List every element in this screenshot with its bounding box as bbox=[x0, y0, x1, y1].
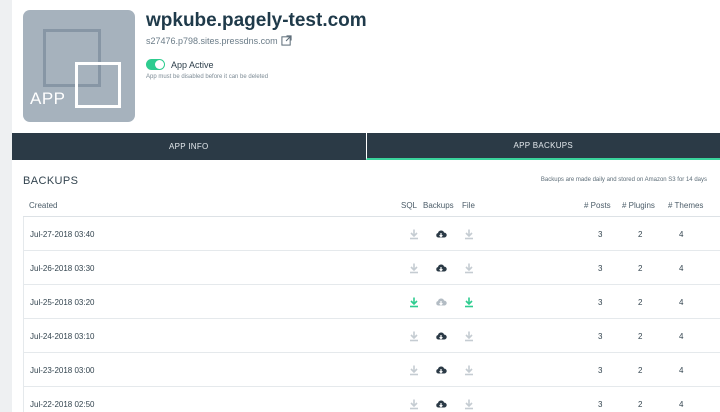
cloud-download-icon[interactable] bbox=[435, 296, 447, 308]
backups-table: Created SQL Backups File # Posts # Plugi… bbox=[23, 196, 720, 412]
column-posts: # Posts bbox=[584, 201, 611, 210]
cloud-download-icon[interactable] bbox=[435, 262, 447, 274]
backup-plugins-count: 2 bbox=[638, 400, 643, 409]
app-active-label: App Active bbox=[171, 59, 214, 70]
app-thumbnail-label: APP bbox=[30, 89, 66, 108]
cloud-download-icon[interactable] bbox=[435, 330, 447, 342]
sql-download-icon[interactable] bbox=[408, 296, 420, 308]
backup-created-date: Jul-24-2018 03:10 bbox=[30, 332, 95, 341]
file-download-icon[interactable] bbox=[463, 364, 475, 376]
column-plugins: # Plugins bbox=[622, 201, 655, 210]
backup-created-date: Jul-26-2018 03:30 bbox=[30, 264, 95, 273]
app-detail-panel: APP wpkube.pagely-test.com s27476.p798.s… bbox=[12, 0, 720, 412]
backups-title: BACKUPS bbox=[23, 175, 79, 187]
column-file: File bbox=[462, 201, 475, 210]
cloud-download-icon[interactable] bbox=[435, 228, 447, 240]
cloud-download-icon[interactable] bbox=[435, 364, 447, 376]
sql-download-icon[interactable] bbox=[408, 364, 420, 376]
backups-table-body: Jul-27-2018 03:40 3 2 4 Jul-26-2018 03:30 3 2 4… bbox=[23, 217, 720, 412]
backups-retention-note: Backups are made daily and stored on Ama… bbox=[540, 177, 707, 183]
backup-created-date: Jul-23-2018 03:00 bbox=[30, 366, 95, 375]
app-host-text[interactable]: s27476.p798.sites.pressdns.com bbox=[146, 36, 278, 46]
cloud-download-icon[interactable] bbox=[435, 398, 447, 410]
file-download-icon[interactable] bbox=[463, 228, 475, 240]
backup-created-date: Jul-25-2018 03:20 bbox=[30, 298, 95, 307]
file-download-icon[interactable] bbox=[463, 296, 475, 308]
file-download-icon[interactable] bbox=[463, 398, 475, 410]
backup-row: Jul-24-2018 03:10 3 2 4 bbox=[23, 319, 720, 353]
app-logo-square-inner bbox=[75, 62, 121, 108]
app-host-link[interactable]: s27476.p798.sites.pressdns.com bbox=[146, 35, 292, 46]
backup-plugins-count: 2 bbox=[638, 332, 643, 341]
sql-download-icon[interactable] bbox=[408, 330, 420, 342]
backup-row: Jul-23-2018 03:00 3 2 4 bbox=[23, 353, 720, 387]
app-header: APP wpkube.pagely-test.com s27476.p798.s… bbox=[12, 0, 720, 132]
toggle-knob bbox=[155, 60, 164, 69]
column-backups: Backups bbox=[423, 201, 454, 210]
backup-row: Jul-25-2018 03:20 3 2 4 bbox=[23, 285, 720, 319]
app-name: wpkube.pagely-test.com bbox=[146, 10, 367, 31]
backup-row: Jul-27-2018 03:40 3 2 4 bbox=[23, 217, 720, 251]
column-sql: SQL bbox=[401, 201, 418, 210]
backup-themes-count: 4 bbox=[679, 298, 684, 307]
backup-posts-count: 3 bbox=[598, 264, 603, 273]
tab-app-info[interactable]: APP INFO bbox=[12, 133, 366, 160]
app-delete-note: App must be disabled before it can be de… bbox=[146, 74, 269, 80]
backup-row: Jul-22-2018 02:50 3 2 4 bbox=[23, 387, 720, 412]
backup-posts-count: 3 bbox=[598, 298, 603, 307]
tab-app-backups[interactable]: APP BACKUPS bbox=[365, 133, 720, 160]
backup-created-date: Jul-22-2018 02:50 bbox=[30, 400, 95, 409]
app-tabs: APP INFO APP BACKUPS bbox=[12, 133, 720, 160]
backups-table-header: Created SQL Backups File # Posts # Plugi… bbox=[23, 196, 720, 217]
backup-posts-count: 3 bbox=[598, 230, 603, 239]
backup-created-date: Jul-27-2018 03:40 bbox=[30, 230, 95, 239]
backup-themes-count: 4 bbox=[679, 366, 684, 375]
column-themes: # Themes bbox=[668, 201, 704, 210]
file-download-icon[interactable] bbox=[463, 330, 475, 342]
backup-themes-count: 4 bbox=[679, 230, 684, 239]
backup-posts-count: 3 bbox=[598, 366, 603, 375]
column-created[interactable]: Created bbox=[29, 201, 57, 210]
file-download-icon[interactable] bbox=[463, 262, 475, 274]
backup-posts-count: 3 bbox=[598, 332, 603, 341]
backup-themes-count: 4 bbox=[679, 264, 684, 273]
backup-row: Jul-26-2018 03:30 3 2 4 bbox=[23, 251, 720, 285]
backup-themes-count: 4 bbox=[679, 332, 684, 341]
app-active-row: App Active bbox=[146, 59, 214, 70]
sql-download-icon[interactable] bbox=[408, 228, 420, 240]
backup-plugins-count: 2 bbox=[638, 264, 643, 273]
sql-download-icon[interactable] bbox=[408, 398, 420, 410]
backup-plugins-count: 2 bbox=[638, 230, 643, 239]
backup-plugins-count: 2 bbox=[638, 366, 643, 375]
external-link-icon[interactable] bbox=[280, 35, 292, 46]
backup-plugins-count: 2 bbox=[638, 298, 643, 307]
backup-themes-count: 4 bbox=[679, 400, 684, 409]
app-active-toggle[interactable] bbox=[146, 59, 165, 70]
app-thumbnail: APP bbox=[23, 10, 135, 122]
sql-download-icon[interactable] bbox=[408, 262, 420, 274]
backup-posts-count: 3 bbox=[598, 400, 603, 409]
